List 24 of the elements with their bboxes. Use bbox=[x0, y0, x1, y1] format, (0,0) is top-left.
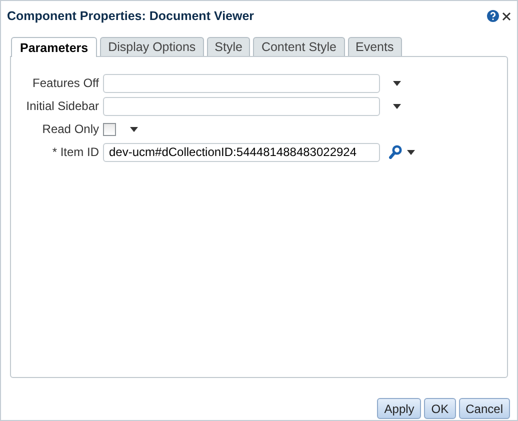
search-icon[interactable] bbox=[389, 145, 402, 160]
dropdown-arrow-icon[interactable] bbox=[407, 150, 415, 155]
help-icon[interactable] bbox=[487, 10, 499, 22]
dropdown-arrow-icon[interactable] bbox=[393, 104, 401, 109]
text-field[interactable]: dev-ucm#dCollectionID:544481488483022924 bbox=[103, 142, 380, 162]
tab[interactable]: Display Options bbox=[100, 36, 204, 56]
text-field[interactable] bbox=[103, 96, 380, 116]
dropdown-arrow-icon[interactable] bbox=[393, 80, 401, 86]
dialog-button[interactable]: OK bbox=[424, 398, 456, 419]
tab[interactable]: Parameters bbox=[11, 36, 98, 57]
field-label: * Item ID bbox=[51, 144, 100, 162]
field-label: Read Only bbox=[41, 121, 100, 138]
dialog-button[interactable]: Cancel bbox=[458, 398, 510, 419]
dialog-button[interactable]: Apply bbox=[377, 398, 422, 419]
tab[interactable]: Events bbox=[348, 36, 402, 56]
close-icon[interactable] bbox=[502, 12, 511, 21]
text-field[interactable] bbox=[103, 74, 380, 93]
dropdown-arrow-icon[interactable] bbox=[130, 126, 138, 132]
field-label: Features Off bbox=[32, 75, 100, 92]
tab[interactable]: Content Style bbox=[253, 36, 344, 56]
field-label: Initial Sidebar bbox=[25, 98, 100, 116]
window-title: Component Properties: Document Viewer bbox=[7, 8, 254, 25]
checkbox[interactable] bbox=[103, 122, 116, 136]
tab[interactable]: Style bbox=[206, 36, 250, 56]
